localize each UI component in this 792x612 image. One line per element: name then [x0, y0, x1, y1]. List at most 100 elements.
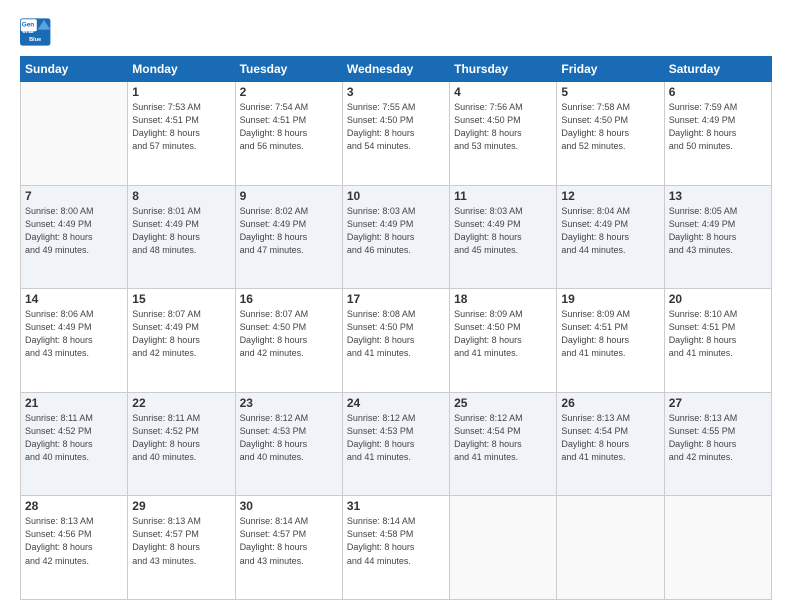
- sunrise-text: Sunrise: 7:54 AM: [240, 101, 338, 114]
- sunset-text: Sunset: 4:50 PM: [454, 114, 552, 127]
- day-number: 3: [347, 85, 445, 99]
- daylight-text: Daylight: 8 hours: [132, 334, 230, 347]
- daylight-text-cont: and 40 minutes.: [132, 451, 230, 464]
- sunset-text: Sunset: 4:49 PM: [669, 218, 767, 231]
- calendar-week-1: 1Sunrise: 7:53 AMSunset: 4:51 PMDaylight…: [21, 82, 772, 186]
- daylight-text-cont: and 56 minutes.: [240, 140, 338, 153]
- sunset-text: Sunset: 4:56 PM: [25, 528, 123, 541]
- sunrise-text: Sunrise: 8:00 AM: [25, 205, 123, 218]
- day-number: 14: [25, 292, 123, 306]
- day-info: Sunrise: 8:02 AMSunset: 4:49 PMDaylight:…: [240, 205, 338, 257]
- sunrise-text: Sunrise: 7:56 AM: [454, 101, 552, 114]
- sunrise-text: Sunrise: 8:14 AM: [347, 515, 445, 528]
- day-number: 15: [132, 292, 230, 306]
- daylight-text-cont: and 43 minutes.: [25, 347, 123, 360]
- sunset-text: Sunset: 4:53 PM: [347, 425, 445, 438]
- sunrise-text: Sunrise: 8:03 AM: [454, 205, 552, 218]
- sunrise-text: Sunrise: 8:12 AM: [454, 412, 552, 425]
- daylight-text: Daylight: 8 hours: [561, 127, 659, 140]
- day-info: Sunrise: 8:13 AMSunset: 4:57 PMDaylight:…: [132, 515, 230, 567]
- sunrise-text: Sunrise: 8:10 AM: [669, 308, 767, 321]
- daylight-text: Daylight: 8 hours: [454, 127, 552, 140]
- day-number: 19: [561, 292, 659, 306]
- calendar-week-4: 21Sunrise: 8:11 AMSunset: 4:52 PMDayligh…: [21, 392, 772, 496]
- daylight-text: Daylight: 8 hours: [25, 231, 123, 244]
- calendar-cell: 8Sunrise: 8:01 AMSunset: 4:49 PMDaylight…: [128, 185, 235, 289]
- sunrise-text: Sunrise: 8:06 AM: [25, 308, 123, 321]
- daylight-text-cont: and 54 minutes.: [347, 140, 445, 153]
- daylight-text-cont: and 43 minutes.: [240, 555, 338, 568]
- weekday-header-wednesday: Wednesday: [342, 57, 449, 82]
- calendar-cell: 4Sunrise: 7:56 AMSunset: 4:50 PMDaylight…: [450, 82, 557, 186]
- calendar-cell: 7Sunrise: 8:00 AMSunset: 4:49 PMDaylight…: [21, 185, 128, 289]
- day-info: Sunrise: 8:04 AMSunset: 4:49 PMDaylight:…: [561, 205, 659, 257]
- calendar-cell: [21, 82, 128, 186]
- daylight-text-cont: and 42 minutes.: [132, 347, 230, 360]
- sunrise-text: Sunrise: 8:01 AM: [132, 205, 230, 218]
- day-number: 8: [132, 189, 230, 203]
- sunset-text: Sunset: 4:54 PM: [454, 425, 552, 438]
- day-number: 31: [347, 499, 445, 513]
- calendar-table: SundayMondayTuesdayWednesdayThursdayFrid…: [20, 56, 772, 600]
- sunset-text: Sunset: 4:49 PM: [240, 218, 338, 231]
- day-number: 10: [347, 189, 445, 203]
- day-info: Sunrise: 8:07 AMSunset: 4:49 PMDaylight:…: [132, 308, 230, 360]
- sunrise-text: Sunrise: 8:05 AM: [669, 205, 767, 218]
- sunset-text: Sunset: 4:58 PM: [347, 528, 445, 541]
- sunrise-text: Sunrise: 8:13 AM: [669, 412, 767, 425]
- daylight-text: Daylight: 8 hours: [669, 127, 767, 140]
- daylight-text: Daylight: 8 hours: [132, 438, 230, 451]
- calendar-week-2: 7Sunrise: 8:00 AMSunset: 4:49 PMDaylight…: [21, 185, 772, 289]
- sunrise-text: Sunrise: 7:53 AM: [132, 101, 230, 114]
- sunrise-text: Sunrise: 7:55 AM: [347, 101, 445, 114]
- day-info: Sunrise: 8:08 AMSunset: 4:50 PMDaylight:…: [347, 308, 445, 360]
- calendar-cell: 14Sunrise: 8:06 AMSunset: 4:49 PMDayligh…: [21, 289, 128, 393]
- daylight-text: Daylight: 8 hours: [240, 541, 338, 554]
- sunset-text: Sunset: 4:50 PM: [347, 114, 445, 127]
- sunset-text: Sunset: 4:49 PM: [561, 218, 659, 231]
- weekday-header-sunday: Sunday: [21, 57, 128, 82]
- daylight-text-cont: and 42 minutes.: [669, 451, 767, 464]
- sunrise-text: Sunrise: 8:12 AM: [240, 412, 338, 425]
- sunrise-text: Sunrise: 8:13 AM: [132, 515, 230, 528]
- day-info: Sunrise: 8:09 AMSunset: 4:50 PMDaylight:…: [454, 308, 552, 360]
- calendar-cell: 9Sunrise: 8:02 AMSunset: 4:49 PMDaylight…: [235, 185, 342, 289]
- calendar-cell: 30Sunrise: 8:14 AMSunset: 4:57 PMDayligh…: [235, 496, 342, 600]
- calendar-cell: 13Sunrise: 8:05 AMSunset: 4:49 PMDayligh…: [664, 185, 771, 289]
- day-number: 1: [132, 85, 230, 99]
- sunrise-text: Sunrise: 8:13 AM: [25, 515, 123, 528]
- day-number: 16: [240, 292, 338, 306]
- day-info: Sunrise: 7:54 AMSunset: 4:51 PMDaylight:…: [240, 101, 338, 153]
- daylight-text-cont: and 57 minutes.: [132, 140, 230, 153]
- daylight-text: Daylight: 8 hours: [561, 231, 659, 244]
- daylight-text-cont: and 40 minutes.: [25, 451, 123, 464]
- day-info: Sunrise: 8:11 AMSunset: 4:52 PMDaylight:…: [132, 412, 230, 464]
- daylight-text: Daylight: 8 hours: [25, 541, 123, 554]
- day-info: Sunrise: 8:10 AMSunset: 4:51 PMDaylight:…: [669, 308, 767, 360]
- day-info: Sunrise: 8:14 AMSunset: 4:57 PMDaylight:…: [240, 515, 338, 567]
- day-info: Sunrise: 7:58 AMSunset: 4:50 PMDaylight:…: [561, 101, 659, 153]
- calendar-header-row: SundayMondayTuesdayWednesdayThursdayFrid…: [21, 57, 772, 82]
- daylight-text-cont: and 41 minutes.: [669, 347, 767, 360]
- sunset-text: Sunset: 4:53 PM: [240, 425, 338, 438]
- day-info: Sunrise: 8:05 AMSunset: 4:49 PMDaylight:…: [669, 205, 767, 257]
- daylight-text: Daylight: 8 hours: [347, 127, 445, 140]
- calendar-cell: 15 Sunrise: 8:07 AMSunset: 4:49 PMDayligh…: [128, 289, 235, 393]
- calendar-week-5: 28Sunrise: 8:13 AMSunset: 4:56 PMDayligh…: [21, 496, 772, 600]
- daylight-text-cont: and 49 minutes.: [25, 244, 123, 257]
- daylight-text: Daylight: 8 hours: [240, 334, 338, 347]
- calendar-cell: 2Sunrise: 7:54 AMSunset: 4:51 PMDaylight…: [235, 82, 342, 186]
- sunset-text: Sunset: 4:49 PM: [347, 218, 445, 231]
- daylight-text-cont: and 41 minutes.: [454, 347, 552, 360]
- day-number: 26: [561, 396, 659, 410]
- day-info: Sunrise: 7:59 AMSunset: 4:49 PMDaylight:…: [669, 101, 767, 153]
- sunrise-text: Sunrise: 8:08 AM: [347, 308, 445, 321]
- day-info: Sunrise: 8:14 AMSunset: 4:58 PMDaylight:…: [347, 515, 445, 567]
- sunset-text: Sunset: 4:50 PM: [240, 321, 338, 334]
- page: Gen eral Blue SundayMondayTuesdayWednesd…: [0, 0, 792, 612]
- sunset-text: Sunset: 4:49 PM: [132, 218, 230, 231]
- daylight-text-cont: and 41 minutes.: [347, 451, 445, 464]
- daylight-text-cont: and 46 minutes.: [347, 244, 445, 257]
- daylight-text: Daylight: 8 hours: [669, 438, 767, 451]
- daylight-text: Daylight: 8 hours: [240, 127, 338, 140]
